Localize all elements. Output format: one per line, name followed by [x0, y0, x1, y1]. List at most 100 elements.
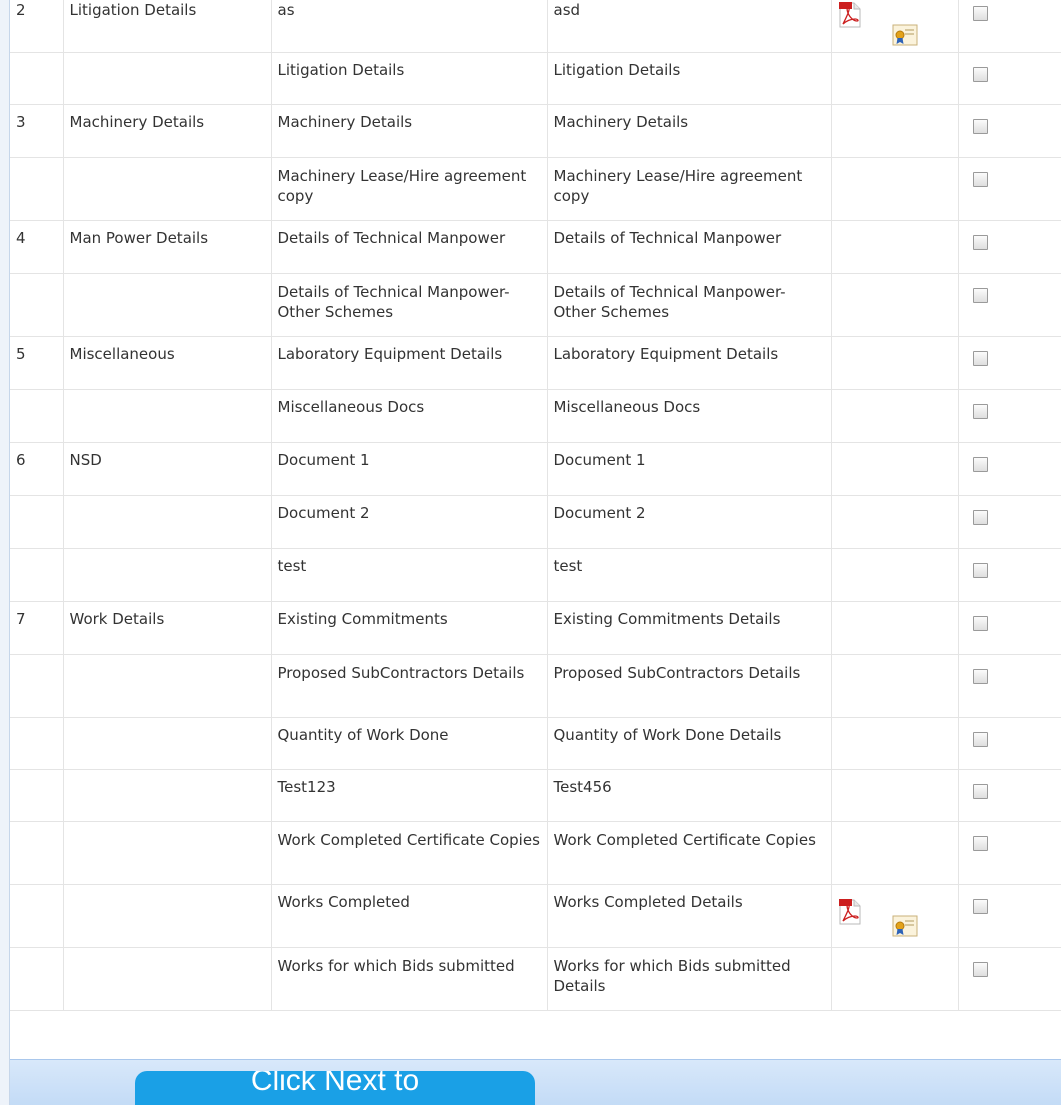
- next-button[interactable]: Click Next to: [135, 1071, 535, 1105]
- attachment-icons-cell: [831, 947, 959, 1011]
- document-description-cell: Test456: [547, 769, 832, 822]
- row-select-checkbox[interactable]: [972, 961, 988, 977]
- category-cell: Machinery Details: [63, 104, 272, 158]
- document-name-cell: Details of Technical Manpower: [271, 220, 548, 274]
- row-number-cell: [10, 548, 64, 602]
- select-cell: [958, 769, 1061, 822]
- category-text: Man Power Details: [69, 228, 209, 247]
- row-select-checkbox[interactable]: [972, 66, 988, 82]
- table-row: Quantity of Work Done Quantity of Work Do…: [10, 717, 1061, 770]
- attachment-icons-cell: [831, 548, 959, 602]
- table-row: Miscellaneous Docs Miscellaneous Docs: [10, 389, 1061, 443]
- category-cell: NSD: [63, 442, 272, 496]
- select-cell: [958, 104, 1061, 158]
- row-select-checkbox[interactable]: [972, 350, 988, 366]
- document-name-cell: Existing Commitments: [271, 601, 548, 655]
- document-name-text: Machinery Lease/Hire agreement copy: [277, 166, 527, 205]
- document-name-cell: Laboratory Equipment Details: [271, 336, 548, 390]
- attachment-icons: [832, 885, 958, 936]
- select-cell: [958, 442, 1061, 496]
- row-select-checkbox[interactable]: [972, 898, 988, 914]
- table-row: Works Completed Works Completed Details: [10, 884, 1061, 948]
- document-description-cell: Details of Technical Manpower: [547, 220, 832, 274]
- pdf-file-icon[interactable]: [838, 898, 861, 925]
- row-select-checkbox[interactable]: [972, 731, 988, 747]
- row-select-checkbox[interactable]: [972, 234, 988, 250]
- document-description-cell: Machinery Details: [547, 104, 832, 158]
- attachment-icons-cell: [831, 717, 959, 770]
- select-cell: [958, 601, 1061, 655]
- row-select-checkbox[interactable]: [972, 509, 988, 525]
- row-select-checkbox[interactable]: [972, 562, 988, 578]
- row-number-text: [10, 274, 63, 282]
- document-name-text: Document 1: [277, 450, 370, 469]
- row-number-text: [10, 53, 63, 60]
- row-number-cell: 4: [10, 220, 64, 274]
- document-description-text: Proposed SubContractors Details: [553, 663, 801, 682]
- document-name-text: Details of Technical Manpower-Other Sche…: [277, 282, 510, 321]
- document-name-cell: Litigation Details: [271, 52, 548, 105]
- category-text: NSD: [69, 450, 102, 469]
- document-description-text: Quantity of Work Done Details: [553, 725, 782, 744]
- document-description-cell: Works for which Bids submitted Details: [547, 947, 832, 1011]
- row-number-cell: 7: [10, 601, 64, 655]
- category-text: Miscellaneous: [69, 344, 175, 363]
- document-name-text: as: [277, 1, 295, 19]
- category-text: [64, 718, 271, 725]
- row-number-cell: [10, 821, 64, 885]
- document-description-cell: Quantity of Work Done Details: [547, 717, 832, 770]
- document-name-cell: test: [271, 548, 548, 602]
- row-number-cell: [10, 495, 64, 549]
- document-description-text: Work Completed Certificate Copies: [553, 830, 816, 849]
- document-description-cell: Existing Commitments Details: [547, 601, 832, 655]
- document-name-cell: Work Completed Certificate Copies: [271, 821, 548, 885]
- table-row: 2 Litigation Details as asd: [10, 0, 1061, 53]
- pdf-file-icon[interactable]: [838, 2, 861, 28]
- row-select-checkbox[interactable]: [972, 171, 988, 187]
- select-cell: [958, 220, 1061, 274]
- table-row: Test123 Test456: [10, 769, 1061, 822]
- row-select-checkbox[interactable]: [972, 783, 988, 799]
- row-number-cell: 5: [10, 336, 64, 390]
- select-cell: [958, 336, 1061, 390]
- document-name-text: Miscellaneous Docs: [277, 397, 425, 416]
- row-select-checkbox[interactable]: [972, 615, 988, 631]
- document-name-text: Litigation Details: [277, 60, 405, 79]
- certificate-icon[interactable]: [892, 915, 918, 937]
- document-description-text: Test456: [553, 777, 612, 796]
- row-select-checkbox[interactable]: [972, 403, 988, 419]
- row-number-cell: [10, 389, 64, 443]
- table-row: Proposed SubContractors Details Proposed …: [10, 654, 1061, 718]
- row-number-cell: [10, 717, 64, 770]
- row-select-checkbox[interactable]: [972, 118, 988, 134]
- document-name-cell: Works for which Bids submitted: [271, 947, 548, 1011]
- category-cell: [63, 654, 272, 718]
- table-row: 6 NSD Document 1 Document 1: [10, 442, 1061, 496]
- table-row: 7 Work Details Existing Commitments Existin…: [10, 601, 1061, 655]
- document-name-cell: Document 2: [271, 495, 548, 549]
- row-select-checkbox[interactable]: [972, 6, 988, 21]
- document-description-text: Document 2: [553, 503, 646, 522]
- row-number-text: 7: [16, 609, 26, 628]
- category-text: [64, 274, 271, 282]
- select-cell: [958, 947, 1061, 1011]
- document-description-text: Existing Commitments Details: [553, 609, 781, 628]
- row-number-text: [10, 158, 63, 166]
- certificate-icon[interactable]: [892, 24, 918, 46]
- row-select-checkbox[interactable]: [972, 835, 988, 851]
- attachment-icons-cell: [831, 104, 959, 158]
- category-text: [64, 885, 271, 892]
- document-description-cell: Machinery Lease/Hire agreement copy: [547, 157, 832, 221]
- document-description-text: test: [553, 556, 583, 575]
- category-text: [64, 770, 271, 777]
- category-text: [64, 158, 271, 166]
- row-number-cell: [10, 273, 64, 337]
- document-description-cell: test: [547, 548, 832, 602]
- attachment-icons-cell: [831, 0, 959, 53]
- document-name-text: Laboratory Equipment Details: [277, 344, 503, 363]
- row-select-checkbox[interactable]: [972, 668, 988, 684]
- row-select-checkbox[interactable]: [972, 456, 988, 472]
- row-number-cell: [10, 884, 64, 948]
- row-select-checkbox[interactable]: [972, 287, 988, 303]
- attachment-icons-cell: [831, 389, 959, 443]
